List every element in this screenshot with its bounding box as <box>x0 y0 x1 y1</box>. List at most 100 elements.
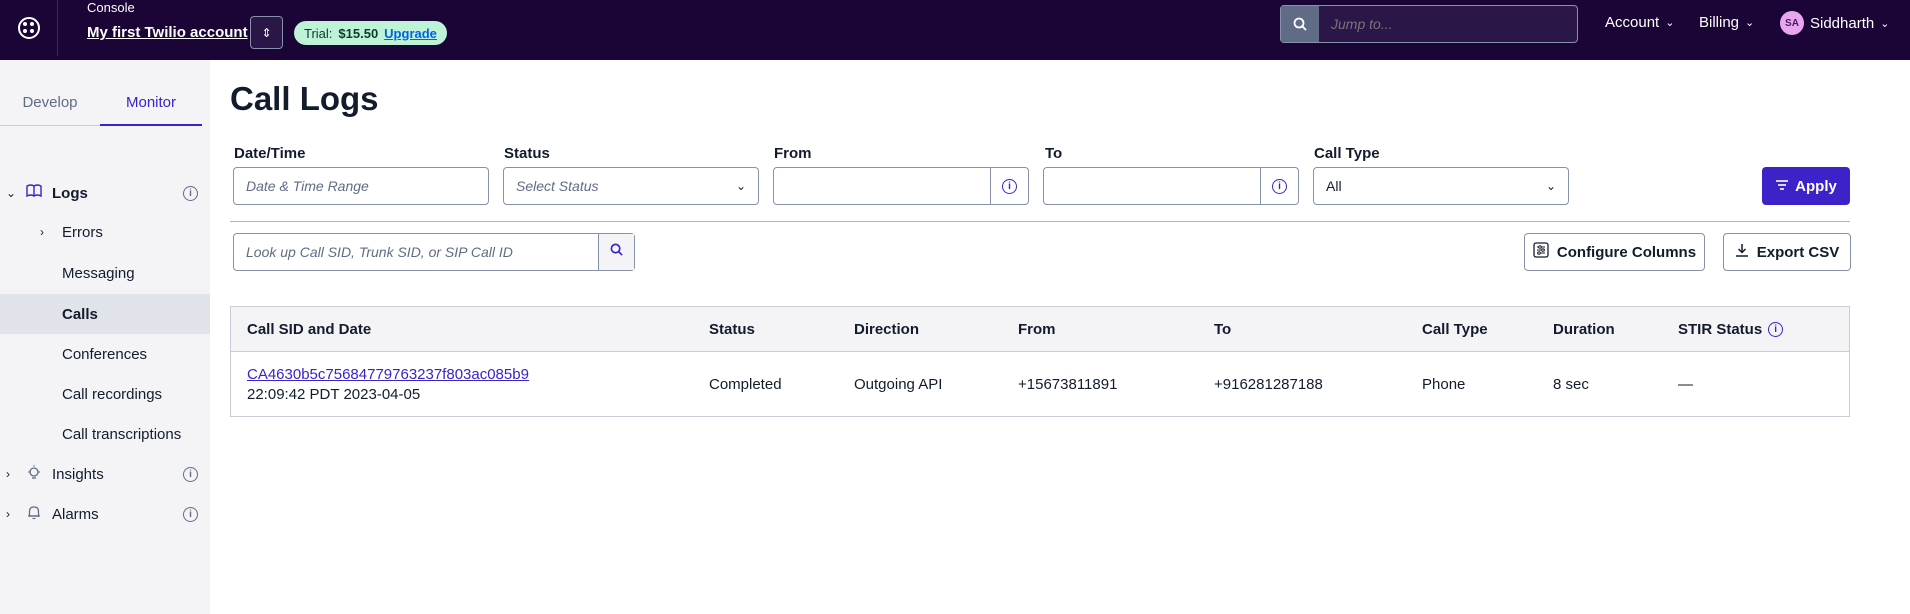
datetime-placeholder: Date & Time Range <box>246 178 369 194</box>
jump-to-search[interactable] <box>1280 5 1578 43</box>
divider <box>230 221 1850 222</box>
chevron-down-icon: ⌄ <box>1880 17 1890 30</box>
lookup-placeholder[interactable]: Look up Call SID, Trunk SID, or SIP Call… <box>234 244 598 260</box>
column-header-direction: Direction <box>854 321 920 338</box>
billing-menu[interactable]: Billing ⌄ <box>1699 14 1754 31</box>
configure-columns-button[interactable]: Configure Columns <box>1524 233 1705 271</box>
sidebar-section-label: Alarms <box>52 505 99 523</box>
console-label: Console <box>87 0 135 15</box>
filter-icon <box>1775 178 1789 195</box>
apply-button[interactable]: Apply <box>1762 167 1850 205</box>
status-label: Status <box>504 145 550 162</box>
sidebar-tabs: Develop Monitor <box>0 80 210 126</box>
call-type: Phone <box>1422 376 1466 393</box>
chevron-down-icon: ⌄ <box>1745 17 1755 29</box>
chevron-down-icon: ⌄ <box>1545 179 1556 193</box>
billing-menu-label: Billing <box>1699 14 1740 31</box>
call-date: 22:09:42 PDT 2023-04-05 <box>247 386 421 403</box>
tab-monitor[interactable]: Monitor <box>100 80 202 126</box>
apply-label: Apply <box>1795 177 1837 195</box>
sidebar-item-conferences[interactable]: Conferences <box>0 335 210 373</box>
chevron-up-down-icon: ⇕ <box>261 25 272 40</box>
user-menu[interactable]: SA Siddharth ⌄ <box>1780 11 1889 35</box>
calltype-value: All <box>1326 178 1342 194</box>
from-info-button[interactable]: i <box>990 168 1028 204</box>
column-header-stir-status: STIR Status i <box>1678 321 1784 338</box>
trial-label: Trial: <box>304 25 333 41</box>
account-name-link[interactable]: My first Twilio account <box>87 24 248 41</box>
to-info-button[interactable]: i <box>1260 168 1298 204</box>
column-header-status: Status <box>709 321 755 338</box>
datetime-label: Date/Time <box>234 145 306 162</box>
calltype-label: Call Type <box>1314 145 1380 162</box>
top-navigation-bar: Console My first Twilio account ⇕ Trial:… <box>0 0 1910 60</box>
search-button[interactable] <box>598 234 634 270</box>
call-duration: 8 sec <box>1553 376 1589 393</box>
chevron-right-icon[interactable]: › <box>6 507 10 521</box>
search-icon[interactable] <box>1281 6 1319 42</box>
column-header-duration: Duration <box>1553 321 1615 338</box>
sidebar: Develop Monitor ⌄ Logs i › Errors Messag… <box>0 60 210 614</box>
jump-to-input[interactable] <box>1319 6 1577 42</box>
sidebar-section-label: Insights <box>52 465 104 483</box>
to-field[interactable]: i <box>1043 167 1299 205</box>
sidebar-item-calls[interactable]: Calls <box>0 294 210 334</box>
info-icon[interactable]: i <box>183 466 198 482</box>
sidebar-section-logs[interactable]: ⌄ Logs i <box>0 174 210 212</box>
export-csv-label: Export CSV <box>1756 243 1840 261</box>
bell-icon <box>26 504 42 524</box>
column-header-sid: Call SID and Date <box>247 321 372 338</box>
sidebar-item-label: Conferences <box>62 345 148 363</box>
call-to: +916281287188 <box>1214 376 1323 393</box>
user-name: Siddharth <box>1810 14 1875 32</box>
column-header-from: From <box>1018 321 1056 338</box>
call-sid-link[interactable]: CA4630b5c75684779763237f803ac085b9 <box>247 366 529 383</box>
status-placeholder: Select Status <box>516 178 599 194</box>
info-icon: i <box>1002 178 1017 194</box>
lightbulb-icon <box>26 464 42 484</box>
chevron-right-icon[interactable]: › <box>40 225 44 239</box>
upgrade-link[interactable]: Upgrade <box>384 26 437 41</box>
export-csv-button[interactable]: Export CSV <box>1723 233 1851 271</box>
avatar: SA <box>1780 11 1804 35</box>
sidebar-item-call-transcriptions[interactable]: Call transcriptions <box>0 415 210 453</box>
search-icon <box>610 243 623 261</box>
table-header: Call SID and Date Status Direction From … <box>231 307 1849 352</box>
call-stir-status: — <box>1678 376 1693 393</box>
info-icon: i <box>1272 178 1287 194</box>
sidebar-item-errors[interactable]: › Errors <box>0 213 210 251</box>
sidebar-item-label: Call transcriptions <box>62 425 182 443</box>
from-field[interactable]: i <box>773 167 1029 205</box>
sidebar-section-insights[interactable]: › Insights i <box>0 455 210 493</box>
call-logs-table: Call SID and Date Status Direction From … <box>230 306 1850 417</box>
calltype-select[interactable]: All ⌄ <box>1313 167 1569 205</box>
sidebar-item-call-recordings[interactable]: Call recordings <box>0 375 210 413</box>
to-label: To <box>1045 145 1063 162</box>
sidebar-item-messaging[interactable]: Messaging <box>0 254 210 292</box>
sidebar-item-label: Messaging <box>62 264 135 282</box>
page-title: Call Logs <box>230 80 379 117</box>
account-menu-label: Account <box>1605 14 1660 31</box>
column-header-call-type: Call Type <box>1422 321 1488 338</box>
info-icon[interactable]: i <box>183 185 198 201</box>
from-label: From <box>774 145 812 162</box>
trial-amount: $15.50 <box>338 25 379 41</box>
account-menu[interactable]: Account ⌄ <box>1605 14 1674 31</box>
chevron-right-icon[interactable]: › <box>6 467 10 481</box>
datetime-range-field[interactable]: Date & Time Range <box>233 167 489 205</box>
twilio-logo-icon[interactable] <box>0 0 58 56</box>
account-switcher-button[interactable]: ⇕ <box>250 16 283 49</box>
book-icon <box>26 184 42 202</box>
tab-develop[interactable]: Develop <box>0 80 100 126</box>
chevron-down-icon[interactable]: ⌄ <box>6 186 16 200</box>
info-icon[interactable]: i <box>1768 322 1784 337</box>
sidebar-section-alarms[interactable]: › Alarms i <box>0 495 210 533</box>
call-status: Completed <box>709 376 782 393</box>
column-header-to: To <box>1214 321 1232 338</box>
call-from: +15673811891 <box>1018 376 1118 393</box>
sidebar-item-label: Calls <box>62 305 98 323</box>
status-select[interactable]: Select Status ⌄ <box>503 167 759 205</box>
call-lookup-search[interactable]: Look up Call SID, Trunk SID, or SIP Call… <box>233 233 635 271</box>
info-icon[interactable]: i <box>183 506 198 522</box>
stir-status-label: STIR Status <box>1678 321 1763 338</box>
